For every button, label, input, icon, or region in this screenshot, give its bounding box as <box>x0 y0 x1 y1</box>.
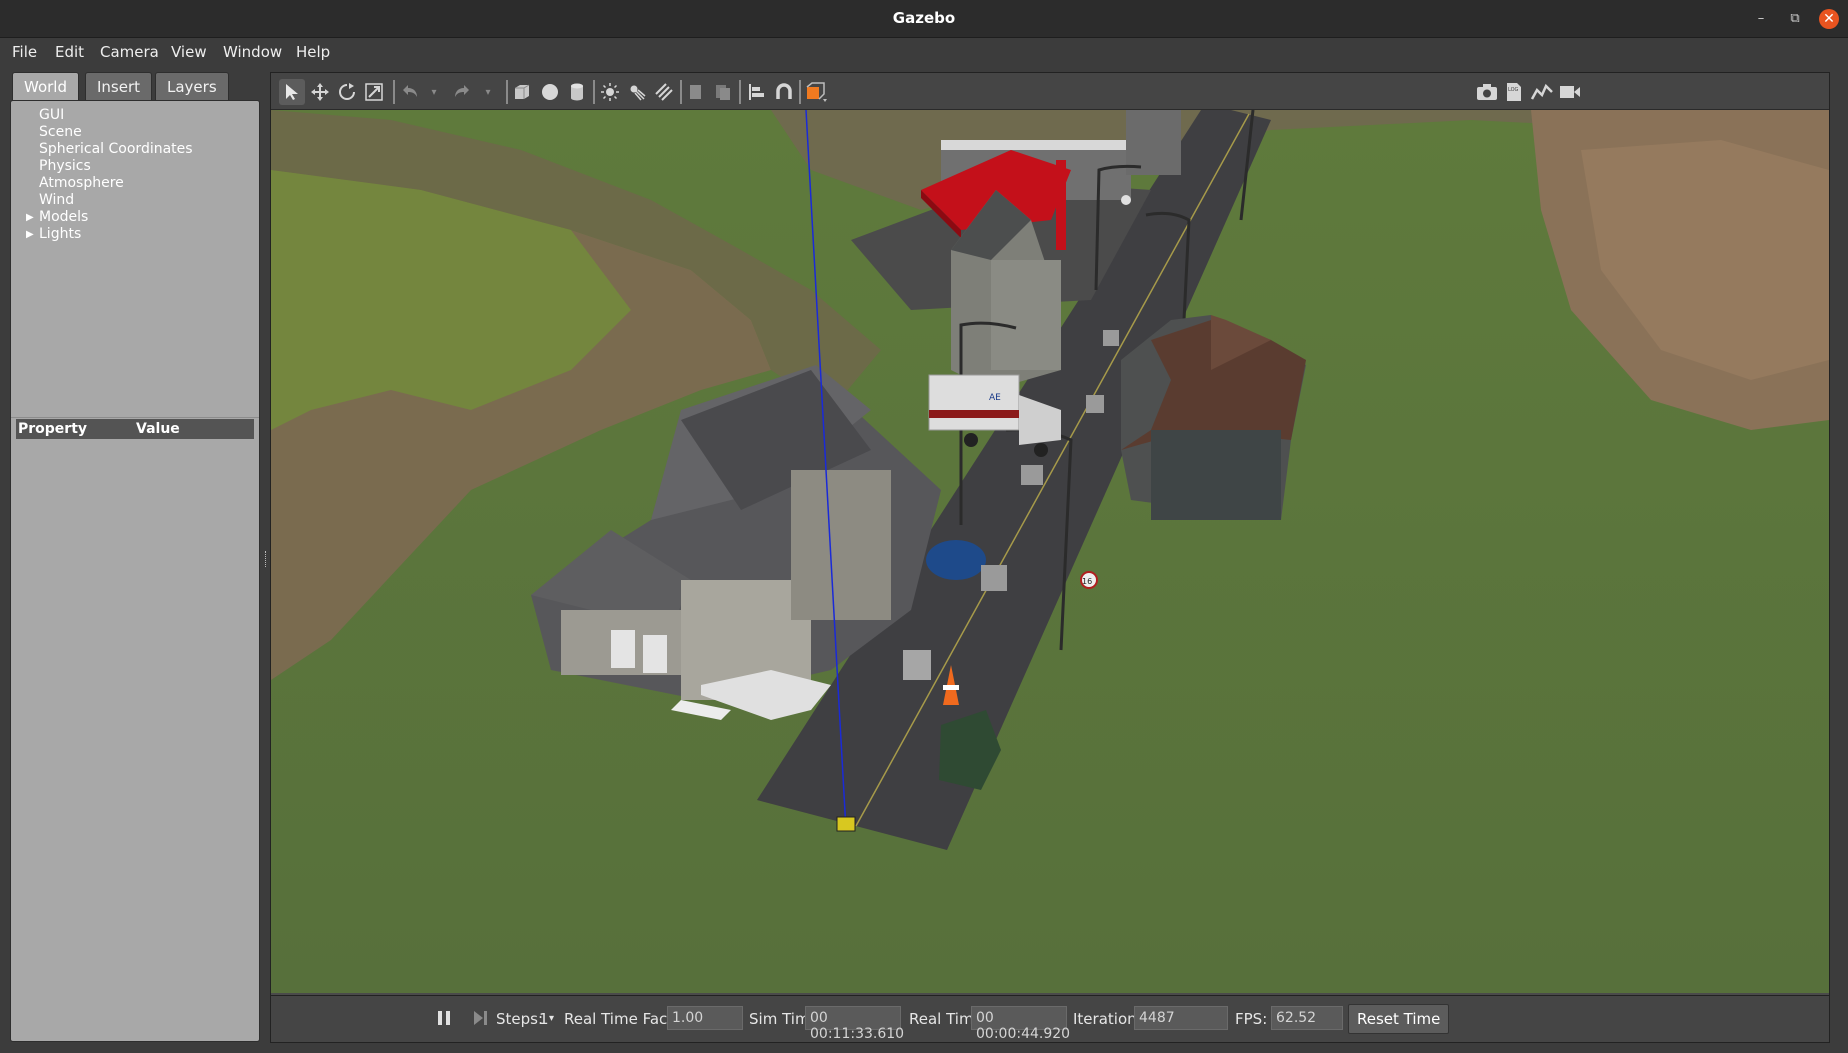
steps-dropdown-icon[interactable]: ▾ <box>549 1013 554 1024</box>
toolbar-separator <box>593 80 595 104</box>
world-panel: GUI Scene Spherical Coordinates Physics … <box>10 100 266 1042</box>
reset-time-button[interactable]: Reset Time <box>1348 1004 1450 1034</box>
select-arrow-icon[interactable] <box>279 79 305 105</box>
property-column-header: Property <box>18 421 88 437</box>
tree-item-lights[interactable]: Lights <box>39 226 81 242</box>
paste-icon[interactable] <box>710 79 736 105</box>
tree-item-wind[interactable]: Wind <box>39 192 74 208</box>
tab-insert[interactable]: Insert <box>85 72 153 100</box>
menu-edit[interactable]: Edit <box>51 41 88 63</box>
steps-label: Steps: <box>496 1010 544 1028</box>
cylinder-icon[interactable] <box>564 79 590 105</box>
property-table-header: Property Value <box>16 419 254 439</box>
steps-spinbox[interactable]: 1 <box>539 1010 549 1028</box>
panel-splitter[interactable] <box>11 417 259 418</box>
restore-button[interactable]: ⧉ <box>1785 9 1805 29</box>
box-icon[interactable] <box>509 79 535 105</box>
real-time-field: 00 00:00:44.920 <box>971 1006 1070 1042</box>
3d-scene[interactable]: AE 16 <box>271 110 1829 993</box>
menu-window[interactable]: Window <box>219 41 286 63</box>
toolbar-separator <box>506 80 508 104</box>
svg-text:LOG: LOG <box>1508 87 1519 93</box>
tab-world[interactable]: World <box>12 72 79 102</box>
undo-dropdown-icon[interactable]: ▾ <box>421 79 447 105</box>
point-light-icon[interactable] <box>597 79 623 105</box>
menu-camera[interactable]: Camera <box>96 41 163 63</box>
snap-icon[interactable] <box>771 79 797 105</box>
window-titlebar: Gazebo – ⧉ ✕ <box>0 0 1848 38</box>
speed-sign-text: 16 <box>1082 577 1092 586</box>
expand-arrow-icon[interactable]: ▶ <box>26 229 34 240</box>
fps-field: 62.52 <box>1271 1006 1343 1030</box>
log-icon[interactable]: LOG <box>1501 79 1527 105</box>
redo-dropdown-icon[interactable]: ▾ <box>475 79 501 105</box>
concrete-block <box>1021 465 1043 485</box>
translate-icon[interactable] <box>307 79 333 105</box>
fps-label: FPS: <box>1235 1010 1268 1028</box>
iterations-field: 4487 <box>1134 1006 1228 1030</box>
real-time-factor-field: 1.00 <box>667 1006 743 1030</box>
scale-icon[interactable] <box>361 79 387 105</box>
view-angle-icon[interactable] <box>804 79 830 105</box>
time-panel: Steps: 1 ▾ Real Time Factor: 1.00 Sim Ti… <box>270 995 1830 1043</box>
sim-time-field: 00 00:11:33.610 <box>805 1006 904 1042</box>
align-icon[interactable] <box>744 79 770 105</box>
directional-light-icon[interactable] <box>651 79 677 105</box>
menu-file[interactable]: File <box>8 41 41 63</box>
panel-resize-handle[interactable] <box>265 551 268 567</box>
tree-item-scene[interactable]: Scene <box>39 124 82 140</box>
minimize-button[interactable]: – <box>1751 9 1771 29</box>
ambulance-mark: AE <box>989 393 1001 403</box>
concrete-block <box>1103 330 1119 346</box>
rotate-icon[interactable] <box>334 79 360 105</box>
tree-item-spherical-coordinates[interactable]: Spherical Coordinates <box>39 141 193 157</box>
menu-help[interactable]: Help <box>292 41 334 63</box>
close-button[interactable]: ✕ <box>1819 9 1839 29</box>
concrete-block <box>1086 395 1104 413</box>
concrete-block <box>981 565 1007 591</box>
sphere-icon[interactable] <box>537 79 563 105</box>
toolbar-separator <box>680 80 682 104</box>
tree-item-atmosphere[interactable]: Atmosphere <box>39 175 124 191</box>
undo-icon[interactable] <box>397 79 423 105</box>
concrete-block <box>903 650 931 680</box>
tree-item-models[interactable]: Models <box>39 209 88 225</box>
scene-toolbar: ▾ ▾ LOG <box>271 73 1829 110</box>
render-viewport[interactable]: ▾ ▾ LOG AE 16 <box>270 72 1830 996</box>
toolbar-separator <box>739 80 741 104</box>
toolbar-separator <box>393 80 395 104</box>
window-title: Gazebo <box>892 9 956 27</box>
toolbar-separator <box>799 80 801 104</box>
expand-arrow-icon[interactable]: ▶ <box>26 212 34 223</box>
redo-icon[interactable] <box>449 79 475 105</box>
copy-icon[interactable] <box>683 79 709 105</box>
plot-icon[interactable] <box>1529 79 1555 105</box>
blue-car <box>926 540 986 580</box>
step-forward-icon[interactable] <box>467 1005 493 1031</box>
menu-bar: File Edit Camera View Window Help <box>0 38 1848 68</box>
tree-item-physics[interactable]: Physics <box>39 158 91 174</box>
pause-icon[interactable] <box>431 1005 457 1031</box>
tab-layers[interactable]: Layers <box>155 72 229 100</box>
screenshot-icon[interactable] <box>1474 79 1500 105</box>
spot-light-icon[interactable] <box>624 79 650 105</box>
tree-item-gui[interactable]: GUI <box>39 107 64 123</box>
robot <box>836 816 856 832</box>
value-column-header: Value <box>136 421 180 437</box>
brown-house <box>1121 315 1306 520</box>
menu-view[interactable]: View <box>167 41 211 63</box>
record-video-icon[interactable] <box>1557 79 1583 105</box>
